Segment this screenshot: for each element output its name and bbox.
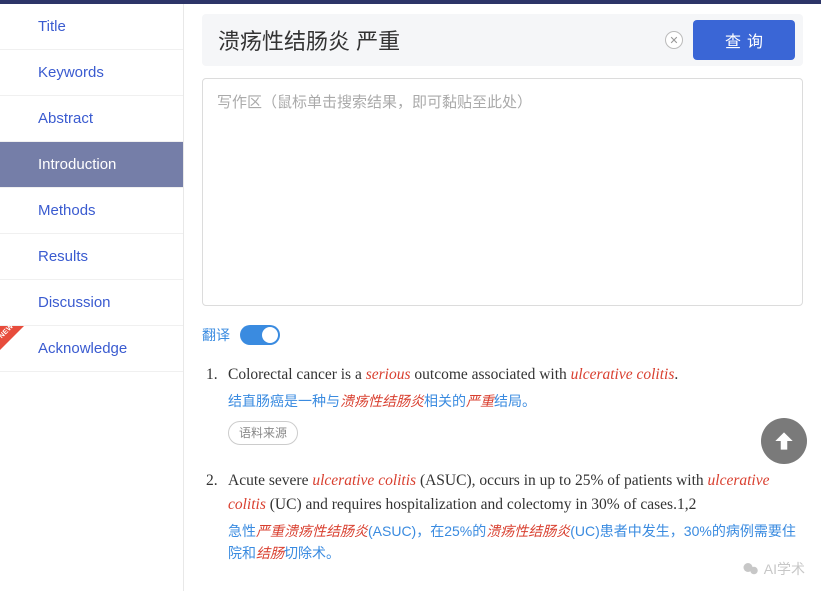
- write-area[interactable]: [202, 78, 803, 306]
- result-item[interactable]: 1.Colorectal cancer is a serious outcome…: [206, 363, 803, 445]
- sidebar-item-title[interactable]: Title: [0, 4, 183, 50]
- result-body: Acute severe ulcerative colitis (ASUC), …: [228, 469, 803, 564]
- sidebar-item-abstract[interactable]: Abstract: [0, 96, 183, 142]
- result-number: 2.: [206, 469, 228, 564]
- sidebar-item-label: Discussion: [38, 294, 111, 311]
- results-list: 1.Colorectal cancer is a serious outcome…: [202, 363, 803, 565]
- wechat-icon: [742, 560, 760, 578]
- highlight-term: ulcerative colitis: [571, 366, 675, 383]
- search-row: ✕ 查询: [202, 14, 803, 66]
- highlight-term: 溃疡性结肠炎: [340, 393, 424, 409]
- result-number: 1.: [206, 363, 228, 445]
- result-english: Colorectal cancer is a serious outcome a…: [228, 363, 803, 387]
- main-panel: ✕ 查询 翻译 1.Colorectal cancer is a serious…: [184, 4, 821, 591]
- result-item[interactable]: 2.Acute severe ulcerative colitis (ASUC)…: [206, 469, 803, 564]
- translate-row: 翻译: [202, 325, 803, 345]
- result-chinese: 急性严重溃疡性结肠炎(ASUC)，在25%的溃疡性结肠炎(UC)患者中发生，30…: [228, 521, 803, 564]
- new-badge-icon: [0, 326, 24, 350]
- sidebar-item-label: Introduction: [38, 156, 116, 173]
- sidebar: Title Keywords Abstract Introduction Methods…: [0, 4, 184, 591]
- result-chinese: 结直肠癌是一种与溃疡性结肠炎相关的严重结局。: [228, 391, 803, 413]
- translate-toggle[interactable]: [240, 325, 280, 345]
- highlight-term: serious: [366, 366, 411, 383]
- result-body: Colorectal cancer is a serious outcome a…: [228, 363, 803, 445]
- source-button[interactable]: 语料来源: [228, 421, 298, 446]
- search-input[interactable]: [210, 23, 655, 57]
- highlight-term: 溃疡性结肠炎: [486, 523, 570, 539]
- sidebar-item-label: Keywords: [38, 64, 104, 81]
- clear-icon[interactable]: ✕: [665, 31, 683, 49]
- arrow-up-icon: [771, 428, 797, 454]
- highlight-term: ulcerative colitis: [228, 472, 770, 513]
- translate-label: 翻译: [202, 325, 230, 345]
- sidebar-item-acknowledge[interactable]: Acknowledge: [0, 326, 183, 372]
- sidebar-item-results[interactable]: Results: [0, 234, 183, 280]
- sidebar-item-keywords[interactable]: Keywords: [0, 50, 183, 96]
- sidebar-item-introduction[interactable]: Introduction: [0, 142, 183, 188]
- sidebar-item-methods[interactable]: Methods: [0, 188, 183, 234]
- highlight-term: 严重溃疡性结肠炎: [256, 523, 368, 539]
- query-button[interactable]: 查询: [693, 20, 795, 60]
- sidebar-item-discussion[interactable]: Discussion: [0, 280, 183, 326]
- sidebar-item-label: Acknowledge: [38, 340, 127, 357]
- sidebar-item-label: Abstract: [38, 110, 93, 127]
- sidebar-item-label: Results: [38, 248, 88, 265]
- highlight-term: 严重: [466, 393, 494, 409]
- sidebar-item-label: Title: [38, 18, 66, 35]
- result-english: Acute severe ulcerative colitis (ASUC), …: [228, 469, 803, 517]
- highlight-term: 结肠: [256, 545, 284, 561]
- scroll-top-button[interactable]: [761, 418, 807, 464]
- sidebar-item-label: Methods: [38, 202, 96, 219]
- watermark: AI学术: [742, 559, 805, 579]
- highlight-term: ulcerative colitis: [312, 472, 416, 489]
